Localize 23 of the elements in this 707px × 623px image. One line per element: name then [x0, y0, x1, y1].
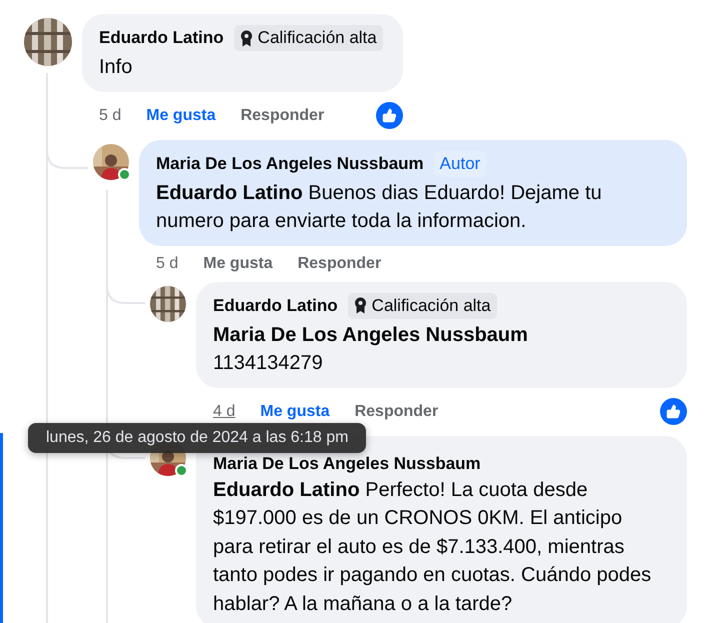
award-icon [240, 30, 253, 46]
author-badge: Autor [434, 150, 486, 176]
comment-text: Maria De Los Angeles Nussbaum 1134134279 [213, 322, 529, 376]
like-link[interactable]: Me gusta [146, 106, 216, 124]
badge-label: Calificación alta [258, 28, 377, 48]
badge-label: Calificación alta [372, 296, 491, 316]
award-icon [354, 297, 367, 314]
author-name[interactable]: Maria De Los Angeles Nussbaum [156, 154, 424, 174]
comment-text: Eduardo Latino Perfecto! La cuota desde $197.000 es de un CRONOS 0KM. El anticipo para retirar el auto es de $7.133.400, mientras tanto podes ir pagando en cuotas. Cuándo podes hablar? A la mañana o a la tarde? [213, 478, 652, 616]
comment-time[interactable]: 5 d [156, 254, 178, 272]
author-name[interactable]: Eduardo Latino [213, 296, 338, 316]
comment-time[interactable]: 4 d [213, 402, 236, 420]
comment-time[interactable]: 5 d [99, 106, 122, 124]
comment-text: Eduardo Latino Buenos dias Eduardo! Dejame tu numero para enviarte toda la informacion. [156, 180, 603, 234]
like-link[interactable]: Me gusta [260, 402, 330, 420]
comment-text: Info [99, 55, 134, 80]
reply-link[interactable]: Responder [298, 254, 382, 272]
author-name[interactable]: Eduardo Latino [99, 28, 224, 48]
date-tooltip: lunes, 26 de agosto de 2024 a las 6:18 pm [28, 423, 366, 453]
like-link[interactable]: Me gusta [203, 254, 273, 272]
reply-link[interactable]: Responder [240, 106, 324, 124]
author-name[interactable]: Maria De Los Angeles Nussbaum [213, 454, 481, 474]
reply-link[interactable]: Responder [354, 402, 438, 420]
